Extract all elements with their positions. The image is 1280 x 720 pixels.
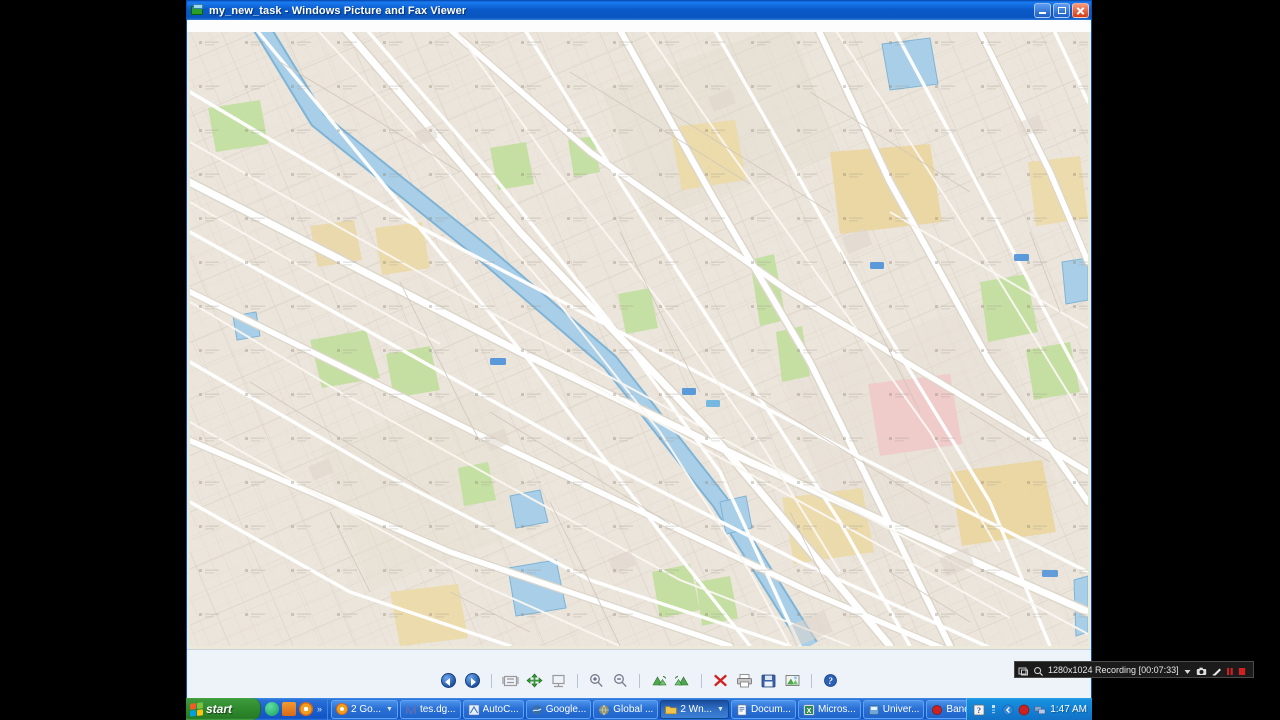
toolbar-separator-1 (490, 673, 492, 688)
taskbar-group-chevron-icon[interactable]: ▼ (386, 706, 393, 713)
tray-icon-bandicam-record[interactable] (1018, 703, 1030, 716)
quicklaunch-chrome-icon[interactable] (299, 702, 313, 716)
toolbar-separator-3 (638, 673, 640, 688)
chrome-icon (336, 703, 349, 715)
stop-icon[interactable] (1238, 664, 1246, 675)
window-controls (1034, 3, 1089, 18)
street-map-image (190, 32, 1088, 646)
quicklaunch-overflow-chevron-icon[interactable]: » (317, 704, 322, 714)
svg-text:X: X (807, 708, 812, 715)
app-icon (868, 703, 880, 715)
image-display-area[interactable] (190, 32, 1088, 646)
best-fit-button[interactable] (501, 672, 520, 689)
taskbar-item-label: 2 Go... (351, 703, 382, 715)
taskbar-item-google-chrome-group[interactable]: 2 Go... ▼ (331, 699, 398, 719)
taskbar-item-label: 2 Wn... (680, 703, 712, 715)
close-button[interactable] (1072, 3, 1089, 18)
print-button[interactable] (735, 672, 754, 689)
bandicam-recording-bar[interactable]: 1280x1024 Recording [00:07:33] (1014, 661, 1254, 678)
pause-icon[interactable] (1226, 664, 1234, 675)
taskbar-item-label: Micros... (817, 703, 856, 715)
tray-icon-small-app[interactable] (989, 703, 998, 715)
folder-icon (665, 703, 678, 715)
taskbar-item-tes-dgn[interactable]: tes.dg... (399, 699, 461, 719)
target-window-icon[interactable] (1018, 664, 1029, 676)
previous-image-button[interactable] (439, 672, 458, 689)
windows-taskbar: start » 2 Go... ▼ tes.dg... AutoC... Google.… (186, 698, 1092, 720)
taskbar-item-universal[interactable]: Univer... (862, 699, 925, 719)
quicklaunch-green-circle-icon[interactable] (265, 702, 279, 716)
autocad-icon (468, 703, 480, 716)
quick-launch-bar: » (261, 698, 329, 720)
taskbar-item-microsoft-excel[interactable]: X Micros... (797, 699, 861, 719)
taskbar-item-label: tes.dg... (419, 703, 456, 715)
pen-icon[interactable] (1211, 664, 1222, 676)
zoom-out-button[interactable] (611, 672, 630, 689)
title-bar[interactable]: my_new_task - Windows Picture and Fax Vi… (187, 1, 1091, 20)
taskbar-item-windows-explorer-group[interactable]: 2 Wn... ▼ (660, 699, 729, 719)
picture-fax-viewer-icon (191, 4, 205, 17)
tray-icon-help[interactable]: ? (973, 703, 985, 716)
delete-button[interactable] (711, 672, 730, 689)
rotate-counterclockwise-button[interactable] (673, 672, 692, 689)
tray-icon-network[interactable] (1034, 703, 1046, 715)
record-dot-icon (931, 703, 943, 715)
taskbar-item-label: AutoC... (482, 703, 519, 715)
camera-icon[interactable] (1196, 664, 1207, 675)
edit-picture-button[interactable] (783, 672, 802, 689)
toolbar-separator-4 (700, 673, 702, 688)
globe-icon (598, 703, 610, 716)
picture-and-fax-viewer-window: my_new_task - Windows Picture and Fax Vi… (186, 0, 1254, 698)
quicklaunch-orange-g-icon[interactable] (282, 702, 296, 716)
bandicam-status-text: 1280x1024 Recording [00:07:33] (1048, 664, 1179, 675)
svg-text:?: ? (977, 706, 981, 715)
svg-text:?: ? (828, 676, 833, 686)
minimize-button[interactable] (1034, 3, 1051, 18)
taskbar-item-label: Univer... (882, 703, 920, 715)
window-title: my_new_task - Windows Picture and Fax Vi… (209, 4, 467, 17)
letterbox-left (0, 0, 186, 720)
start-slideshow-button[interactable] (549, 672, 568, 689)
restore-button[interactable] (1053, 3, 1070, 18)
toolbar-separator-2 (576, 673, 578, 688)
taskbar-group-chevron-icon[interactable]: ▼ (717, 706, 724, 713)
taskbar-item-global-mapper[interactable]: Global ... (593, 699, 659, 719)
rotate-clockwise-button[interactable] (649, 672, 668, 689)
letterbox-right (1092, 0, 1280, 720)
taskbar-buttons: 2 Go... ▼ tes.dg... AutoC... Google... Global… (328, 699, 967, 719)
viewer-bottom-pane: ? (187, 649, 1091, 698)
taskbar-item-google-earth[interactable]: Google... (525, 699, 592, 719)
taskbar-item-label: Bandicam (946, 703, 966, 715)
taskbar-item-bandicam[interactable]: Bandicam (926, 699, 967, 719)
zoom-in-button[interactable] (587, 672, 606, 689)
taskbar-item-autocad[interactable]: AutoC... (462, 699, 524, 719)
taskbar-item-label: Global ... (613, 703, 654, 715)
google-earth-icon (531, 703, 543, 715)
taskbar-item-label: Google... (545, 703, 587, 715)
start-button[interactable]: start (186, 698, 261, 720)
tray-show-hidden-chevron-icon[interactable] (1002, 703, 1014, 716)
start-button-label: start (206, 702, 233, 716)
toolbar-separator-5 (810, 673, 812, 688)
viewer-toolbar: ? (187, 672, 1091, 689)
taskbar-item-document[interactable]: Docum... (730, 699, 796, 719)
screen: my_new_task - Windows Picture and Fax Vi… (0, 0, 1280, 720)
word-document-icon (736, 703, 748, 716)
taskbar-item-label: Docum... (750, 703, 791, 715)
windows-flag-icon (190, 701, 203, 717)
dropdown-arrow-icon[interactable] (1183, 664, 1192, 675)
excel-icon: X (803, 703, 815, 716)
help-button[interactable]: ? (821, 672, 840, 689)
taskbar-clock[interactable]: 1:47 AM (1050, 704, 1087, 715)
next-image-button[interactable] (463, 672, 482, 689)
copy-to-button[interactable] (759, 672, 778, 689)
actual-size-button[interactable] (525, 672, 544, 689)
microstation-icon (405, 703, 417, 715)
system-tray: ? 1:47 AM (966, 698, 1092, 720)
magnifier-icon[interactable] (1033, 664, 1044, 677)
